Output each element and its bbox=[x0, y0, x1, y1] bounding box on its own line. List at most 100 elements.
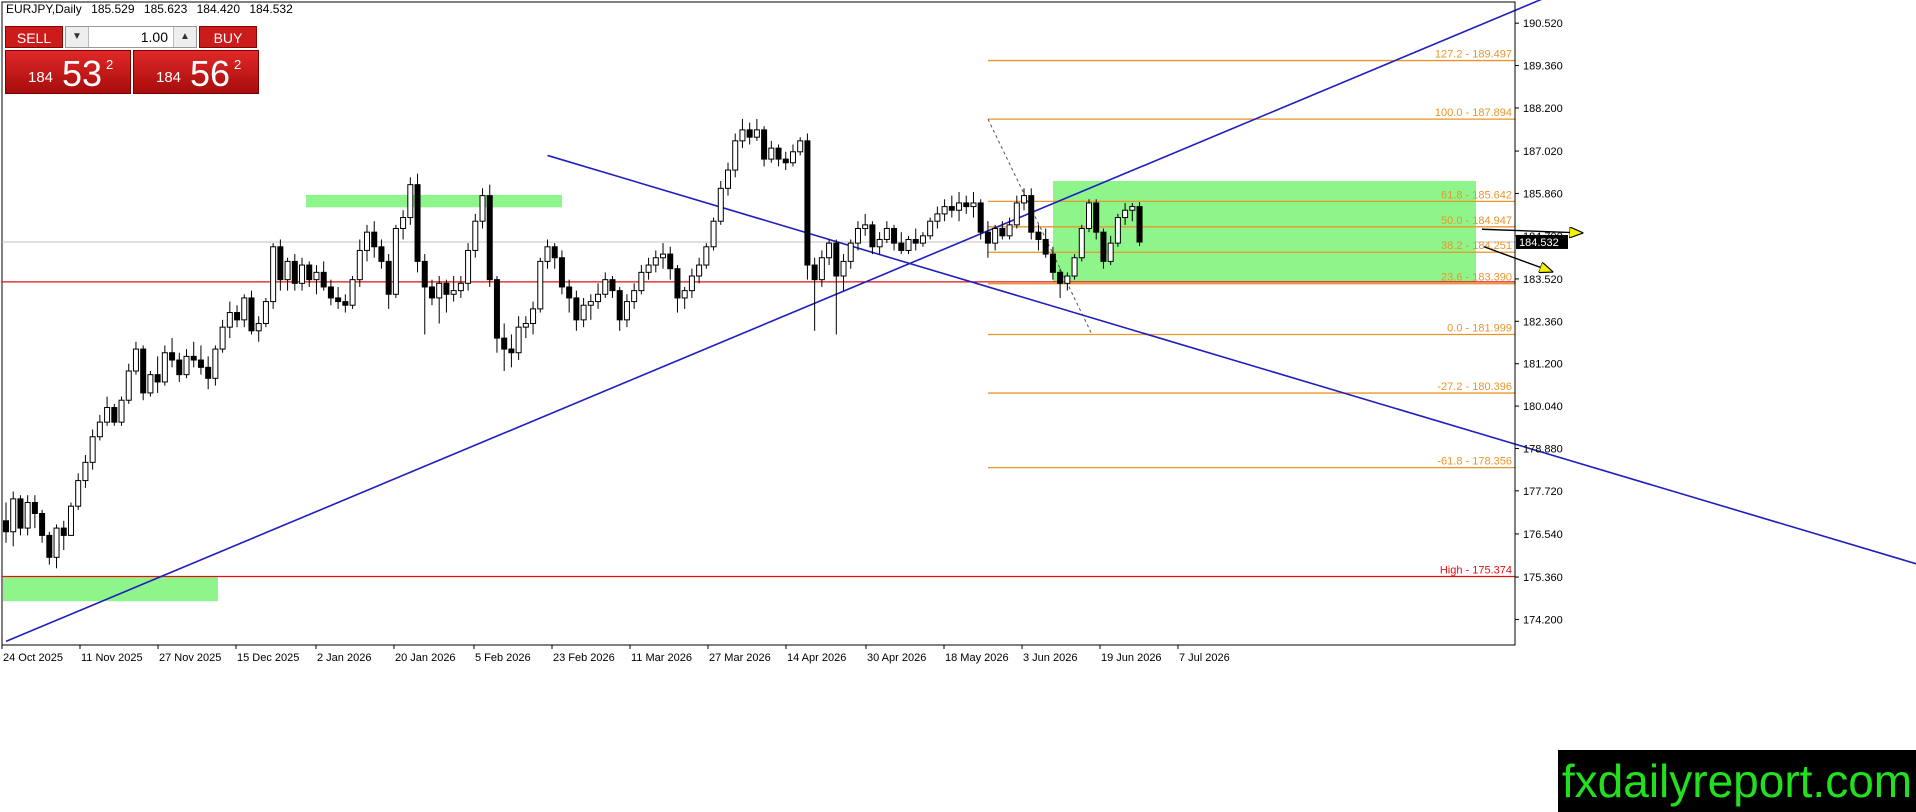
candle bbox=[414, 173, 421, 273]
candle-body bbox=[486, 195, 493, 281]
sell-price-box[interactable]: 184 53 2 bbox=[5, 50, 131, 94]
candle-body bbox=[999, 228, 1006, 237]
sell-button[interactable]: SELL bbox=[5, 26, 63, 48]
x-tick-label: 23 Feb 2026 bbox=[553, 652, 615, 664]
fib-level-label: -27.2 - 180.396 bbox=[1437, 381, 1512, 393]
candle-body bbox=[905, 238, 912, 251]
candle-body bbox=[566, 286, 573, 299]
candle bbox=[703, 243, 710, 269]
candle-body bbox=[826, 242, 833, 259]
symbol-label: EURJPY,Daily bbox=[6, 2, 82, 16]
candle-body bbox=[1122, 209, 1129, 219]
candle-body bbox=[912, 238, 919, 244]
candle-body bbox=[327, 286, 334, 299]
candle bbox=[1136, 202, 1143, 247]
candle-body bbox=[501, 337, 508, 350]
y-tick-label: 190.520 bbox=[1523, 18, 1563, 30]
candle-body bbox=[407, 184, 414, 219]
candle-body bbox=[710, 220, 717, 248]
candle-body bbox=[869, 224, 876, 248]
candle-body bbox=[118, 399, 125, 423]
candle-body bbox=[703, 246, 710, 266]
candle-body bbox=[934, 213, 941, 222]
candle bbox=[486, 184, 493, 287]
candle bbox=[465, 243, 472, 291]
candle-body bbox=[378, 246, 385, 262]
candle-body bbox=[956, 202, 963, 211]
fib-level-label: 127.2 - 189.497 bbox=[1435, 49, 1512, 61]
candle-body bbox=[53, 527, 60, 558]
candle-body bbox=[602, 279, 609, 295]
candle-body bbox=[595, 293, 602, 303]
buy-price-box[interactable]: 184 56 2 bbox=[133, 50, 259, 94]
y-tick-label: 182.360 bbox=[1523, 316, 1563, 328]
candle-body bbox=[847, 242, 854, 262]
candle-body bbox=[631, 290, 638, 303]
candle-body bbox=[804, 140, 811, 266]
candle-body bbox=[472, 220, 479, 251]
candle-body bbox=[1093, 202, 1100, 233]
candle-body bbox=[1013, 202, 1020, 226]
candle-body bbox=[1136, 206, 1143, 243]
candle-body bbox=[241, 297, 248, 321]
candle-body bbox=[537, 260, 544, 310]
candle-body bbox=[623, 301, 630, 321]
candle-body bbox=[652, 257, 659, 266]
candle-body bbox=[927, 220, 934, 237]
candle-body bbox=[948, 206, 955, 211]
x-tick-label: 19 Jun 2026 bbox=[1101, 652, 1162, 664]
price-chart[interactable]: High - 175.374 127.2 - 189.497 100.0 - 18… bbox=[0, 0, 1916, 812]
x-tick-label: 30 Apr 2026 bbox=[867, 652, 926, 664]
candle-body bbox=[46, 534, 53, 558]
candle-body bbox=[299, 264, 306, 284]
candle-body bbox=[132, 348, 139, 372]
candle bbox=[262, 297, 269, 328]
candle bbox=[270, 243, 277, 309]
candle-body bbox=[688, 275, 695, 292]
sell-price-sup: 2 bbox=[106, 57, 114, 72]
candle-body bbox=[919, 235, 926, 244]
candle-body bbox=[1049, 253, 1056, 273]
candle-body bbox=[190, 355, 197, 361]
candle-body bbox=[797, 140, 804, 153]
candle-body bbox=[176, 359, 183, 376]
y-tick-label: 175.360 bbox=[1523, 572, 1563, 584]
candle-body bbox=[970, 202, 977, 208]
candle-body bbox=[761, 129, 768, 160]
x-tick-label: 11 Nov 2025 bbox=[81, 652, 143, 664]
candle-body bbox=[291, 260, 298, 284]
candle-body bbox=[147, 374, 154, 394]
quantity-value[interactable]: 1.00 bbox=[141, 27, 168, 47]
chevron-up-icon[interactable]: ▲ bbox=[173, 27, 196, 47]
candle-body bbox=[205, 366, 212, 379]
candle-body bbox=[1021, 195, 1028, 204]
watermark-logo: fxdailyreport.com bbox=[1558, 750, 1916, 812]
candle bbox=[407, 177, 414, 225]
candle-body bbox=[219, 326, 226, 350]
candle-body bbox=[587, 301, 594, 306]
fib-level-label: -61.8 - 178.356 bbox=[1437, 456, 1512, 468]
candle-body bbox=[96, 421, 103, 438]
chevron-down-icon[interactable]: ▼ bbox=[66, 27, 89, 47]
x-tick-label: 3 Jun 2026 bbox=[1023, 652, 1077, 664]
x-tick-label: 2 Jan 2026 bbox=[317, 652, 371, 664]
open-value: 185.529 bbox=[91, 2, 135, 16]
candle-body bbox=[645, 264, 652, 273]
current-price-label: 184.532 bbox=[1519, 237, 1559, 249]
candle bbox=[392, 224, 399, 298]
buy-button[interactable]: BUY bbox=[199, 26, 257, 48]
candle-body bbox=[400, 217, 407, 230]
support-resistance-zone bbox=[306, 194, 562, 208]
quantity-stepper[interactable]: ▼ 1.00 ▲ bbox=[65, 26, 197, 48]
candle-body bbox=[667, 253, 674, 270]
candle-body bbox=[854, 228, 861, 244]
candle bbox=[111, 403, 118, 426]
candle-body bbox=[414, 184, 421, 262]
candle-body bbox=[992, 228, 999, 244]
candle-body bbox=[111, 407, 118, 423]
candle-body bbox=[551, 246, 558, 259]
candle bbox=[537, 257, 544, 313]
candle-body bbox=[739, 129, 746, 142]
candle-body bbox=[840, 260, 847, 277]
candle-body bbox=[1086, 202, 1092, 230]
